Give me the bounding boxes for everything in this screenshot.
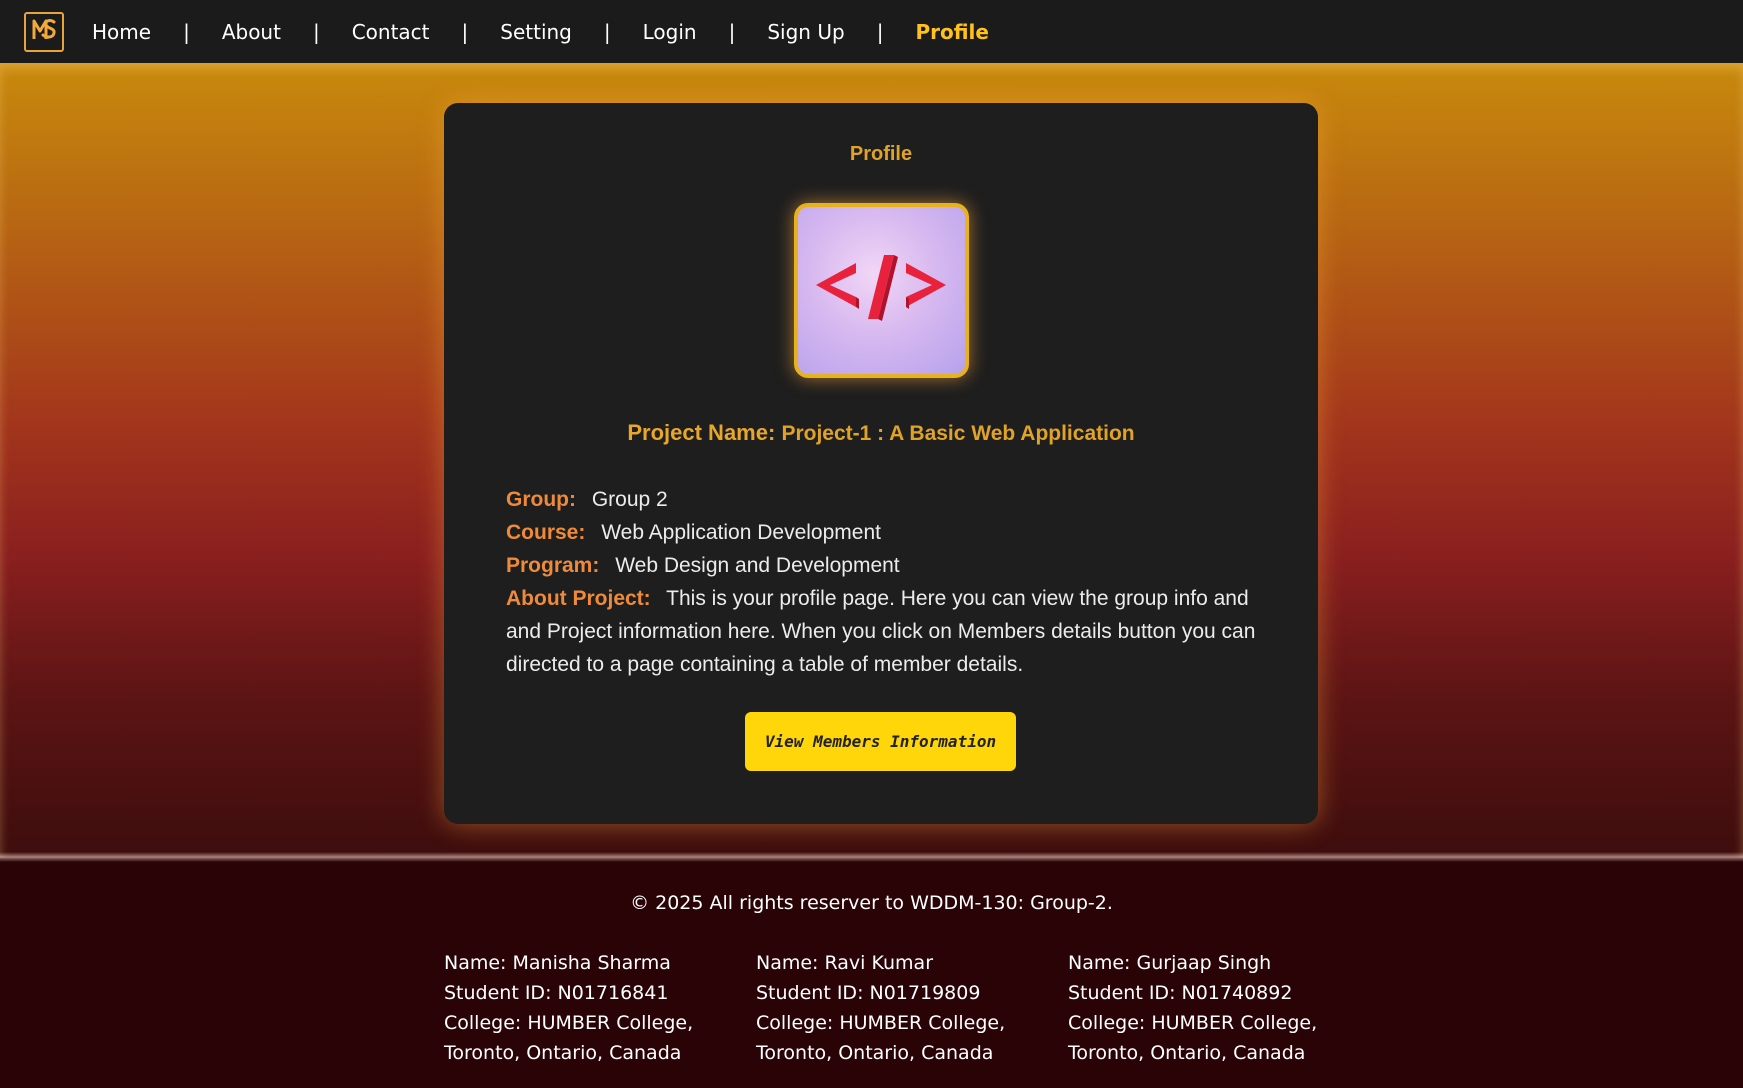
project-name-label: Project Name:	[627, 420, 776, 445]
member-card-2: Name: Ravi Kumar Student ID: N01719809 C…	[756, 948, 1056, 1068]
nav-about[interactable]: About	[222, 20, 281, 44]
member-card-3: Name: Gurjaap Singh Student ID: N0174089…	[1068, 948, 1368, 1068]
code-tag-icon	[798, 255, 965, 374]
program-value: Web Design and Development	[615, 554, 900, 577]
nav-separator: |	[876, 19, 884, 44]
member-name: Name: Ravi Kumar	[756, 952, 934, 974]
member-college: College: HUMBER College,	[444, 1012, 694, 1034]
site-logo[interactable]	[24, 11, 64, 52]
member-name: Name: Manisha Sharma	[444, 952, 671, 974]
nav-separator: |	[728, 19, 736, 44]
nav-home[interactable]: Home	[92, 20, 151, 44]
member-name: Name: Gurjaap Singh	[1068, 952, 1272, 974]
card-title: Profile	[849, 143, 913, 165]
member-card-1: Name: Manisha Sharma Student ID: N017168…	[444, 948, 744, 1068]
program-label: Program:	[506, 554, 600, 577]
member-student-id: Student ID: N01719809	[756, 982, 981, 1004]
nav-separator: |	[603, 19, 611, 44]
project-name-value: Project-1 : A Basic Web Application	[781, 422, 1135, 445]
nav-setting[interactable]: Setting	[500, 20, 572, 44]
group-label: Group:	[506, 488, 576, 511]
member-location: Toronto, Ontario, Canada	[756, 1042, 994, 1064]
member-college: College: HUMBER College,	[1068, 1012, 1318, 1034]
project-name: Project Name: Project-1 : A Basic Web Ap…	[444, 420, 1318, 446]
about-row: About Project: This is your profile page…	[506, 582, 1266, 681]
project-info: Group: Group 2 Course: Web Application D…	[506, 483, 1266, 681]
program-row: Program: Web Design and Development	[506, 549, 1266, 582]
about-label: About Project:	[506, 587, 651, 610]
footer: © 2025 All rights reserver to WDDM-130: …	[0, 862, 1743, 1088]
member-student-id: Student ID: N01716841	[444, 982, 669, 1004]
member-location: Toronto, Ontario, Canada	[1068, 1042, 1306, 1064]
member-location: Toronto, Ontario, Canada	[444, 1042, 682, 1064]
course-value: Web Application Development	[601, 521, 881, 544]
nav-separator: |	[461, 19, 469, 44]
nav-contact[interactable]: Contact	[352, 20, 430, 44]
nav-separator: |	[183, 19, 190, 44]
nav-login[interactable]: Login	[643, 20, 697, 44]
group-value: Group 2	[591, 488, 668, 511]
ms-monogram-logo-icon	[28, 13, 60, 50]
project-avatar	[794, 203, 969, 378]
view-members-button[interactable]: View Members Information	[745, 712, 1016, 771]
copyright-text: © 2025 All rights reserver to WDDM-130: …	[630, 892, 1113, 914]
nav-sign-up[interactable]: Sign Up	[767, 20, 844, 44]
group-row: Group: Group 2	[506, 483, 1266, 516]
top-navbar: Home | About | Contact | Setting | Login…	[0, 0, 1743, 63]
hero-divider	[0, 852, 1743, 862]
nav-separator: |	[312, 19, 320, 44]
member-college: College: HUMBER College,	[756, 1012, 1006, 1034]
profile-card: Profile Project Name: Project-1 : A Basi…	[444, 103, 1318, 824]
course-label: Course:	[506, 521, 586, 544]
member-student-id: Student ID: N01740892	[1068, 982, 1293, 1004]
nav-profile[interactable]: Profile	[915, 20, 989, 44]
course-row: Course: Web Application Development	[506, 516, 1266, 549]
